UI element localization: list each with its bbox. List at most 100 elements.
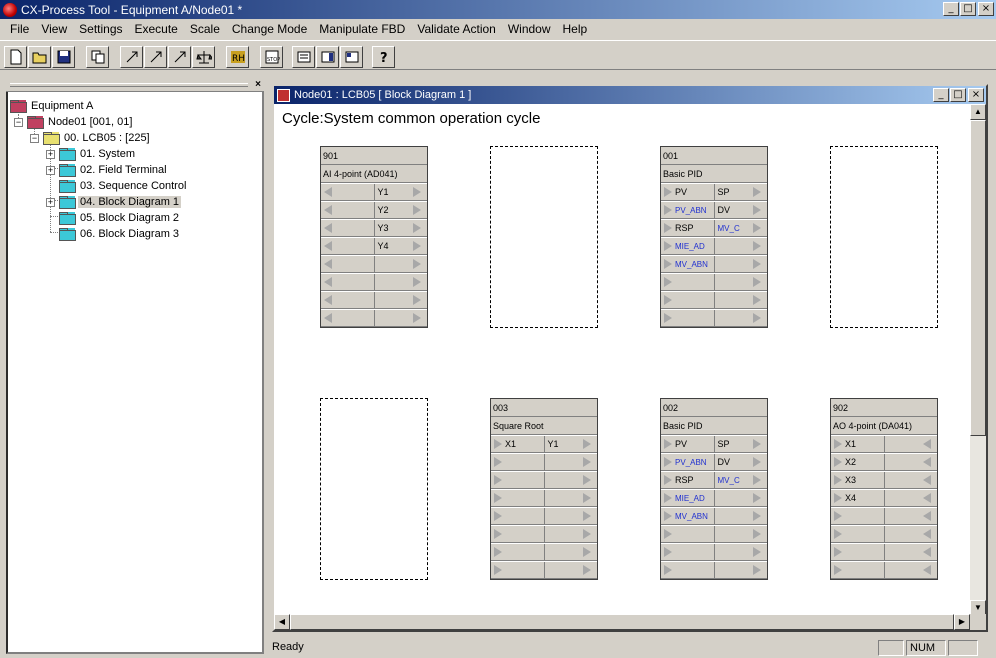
arrow-2-icon[interactable] [144, 46, 167, 68]
maximize-button[interactable]: □ [960, 2, 976, 16]
output-port[interactable]: MV_C [713, 472, 768, 488]
menu-manipulate-fbd[interactable]: Manipulate FBD [313, 22, 411, 36]
save-icon[interactable] [52, 46, 75, 68]
horizontal-scrollbar[interactable]: ◀ ▶ [274, 614, 970, 630]
input-port[interactable]: MIE_AD [661, 490, 714, 506]
input-port[interactable]: X1 [831, 436, 884, 452]
input-port[interactable] [491, 490, 544, 506]
view-1-icon[interactable] [292, 46, 315, 68]
output-port[interactable] [713, 310, 768, 326]
scale-icon[interactable] [192, 46, 215, 68]
output-port[interactable]: MV_C [713, 220, 768, 236]
output-port[interactable] [543, 508, 598, 524]
expand-icon[interactable]: + [46, 165, 55, 175]
arrow-1-icon[interactable] [120, 46, 143, 68]
output-port[interactable] [713, 292, 768, 308]
input-port[interactable] [491, 472, 544, 488]
open-icon[interactable] [28, 46, 51, 68]
close-panel-icon[interactable]: × [255, 79, 261, 90]
child-maximize-button[interactable]: □ [950, 88, 966, 102]
new-icon[interactable] [4, 46, 27, 68]
scroll-right-icon[interactable]: ▶ [954, 614, 970, 630]
input-port[interactable] [321, 202, 374, 218]
tree-item-block-diagram-1[interactable]: + 04. Block Diagram 1 [46, 194, 182, 210]
input-port[interactable] [661, 292, 714, 308]
input-port[interactable] [831, 508, 884, 524]
tree-item-block-diagram-3[interactable]: 06. Block Diagram 3 [59, 226, 181, 242]
output-port[interactable]: Y3 [373, 220, 428, 236]
output-port[interactable] [883, 436, 938, 452]
menu-file[interactable]: File [4, 22, 35, 36]
output-port[interactable] [543, 454, 598, 470]
arrow-3-icon[interactable] [168, 46, 191, 68]
output-port[interactable] [883, 544, 938, 560]
tree-item-system[interactable]: + 01. System [46, 146, 137, 162]
block-901[interactable]: 901 AI 4-point (AD041) Y1 Y2 Y3 Y4 [320, 146, 428, 328]
input-port[interactable] [321, 184, 374, 200]
output-port[interactable] [373, 310, 428, 326]
vertical-scrollbar[interactable]: ▲ ▼ [970, 104, 986, 616]
output-port[interactable] [373, 292, 428, 308]
tree-item-lcb05[interactable]: − 00. LCB05 : [225] [30, 130, 152, 146]
child-close-button[interactable]: × [968, 88, 984, 102]
tree-item-block-diagram-2[interactable]: 05. Block Diagram 2 [59, 210, 181, 226]
empty-block-slot[interactable] [490, 146, 598, 328]
input-port[interactable] [491, 526, 544, 542]
menu-view[interactable]: View [35, 22, 73, 36]
input-port[interactable] [831, 544, 884, 560]
input-port[interactable] [661, 562, 714, 578]
input-port[interactable]: PV [661, 436, 714, 452]
input-port[interactable] [491, 454, 544, 470]
input-port[interactable] [321, 310, 374, 326]
output-port[interactable] [543, 562, 598, 578]
rh-icon[interactable]: RH [226, 46, 249, 68]
input-port[interactable] [661, 526, 714, 542]
diagram-canvas[interactable]: Cycle:System common operation cycle 901 … [274, 104, 970, 616]
menu-settings[interactable]: Settings [73, 22, 128, 36]
view-2-icon[interactable] [316, 46, 339, 68]
empty-block-slot[interactable] [320, 398, 428, 580]
tree-item-equipment[interactable]: Equipment A [10, 98, 95, 114]
output-port[interactable] [543, 472, 598, 488]
view-3-icon[interactable] [340, 46, 363, 68]
input-port[interactable] [831, 562, 884, 578]
input-port[interactable]: MIE_AD [661, 238, 714, 254]
menu-execute[interactable]: Execute [129, 22, 184, 36]
input-port[interactable]: PV_ABN [661, 454, 714, 470]
scroll-up-icon[interactable]: ▲ [970, 104, 986, 120]
input-port[interactable]: MV_ABN [661, 508, 714, 524]
input-port[interactable] [321, 292, 374, 308]
output-port[interactable] [713, 256, 768, 272]
input-port[interactable] [661, 274, 714, 290]
output-port[interactable] [543, 526, 598, 542]
input-port[interactable]: MV_ABN [661, 256, 714, 272]
output-port[interactable]: DV [713, 202, 768, 218]
collapse-icon[interactable]: − [14, 117, 23, 127]
minimize-button[interactable]: _ [943, 2, 959, 16]
menu-validate-action[interactable]: Validate Action [411, 22, 502, 36]
input-port[interactable]: X1 [491, 436, 544, 452]
block-003[interactable]: 003 Square Root X1 Y1 [490, 398, 598, 580]
output-port[interactable] [713, 238, 768, 254]
input-port[interactable] [491, 562, 544, 578]
empty-block-slot[interactable] [830, 146, 938, 328]
output-port[interactable] [883, 490, 938, 506]
help-icon[interactable]: ? [372, 46, 395, 68]
output-port[interactable] [713, 490, 768, 506]
tree-item-field-terminal[interactable]: + 02. Field Terminal [46, 162, 169, 178]
input-port[interactable] [321, 274, 374, 290]
close-button[interactable]: × [978, 2, 994, 16]
output-port[interactable] [883, 526, 938, 542]
menu-change-mode[interactable]: Change Mode [226, 22, 313, 36]
input-port[interactable]: RSP [661, 472, 714, 488]
input-port[interactable]: PV_ABN [661, 202, 714, 218]
output-port[interactable]: Y2 [373, 202, 428, 218]
input-port[interactable]: X4 [831, 490, 884, 506]
menu-help[interactable]: Help [557, 22, 594, 36]
expand-icon[interactable]: + [46, 149, 55, 159]
output-port[interactable]: SP [713, 436, 768, 452]
input-port[interactable] [661, 544, 714, 560]
output-port[interactable] [883, 454, 938, 470]
input-port[interactable] [321, 220, 374, 236]
tree-item-node01[interactable]: − Node01 [001, 01] [14, 114, 134, 130]
